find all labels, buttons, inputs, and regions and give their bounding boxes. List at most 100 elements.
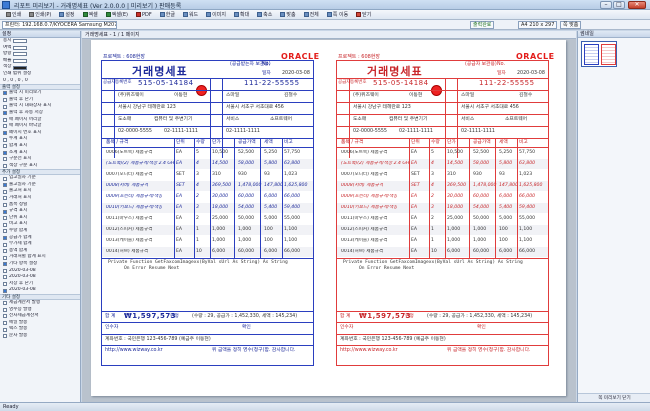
checkbox[interactable]	[3, 209, 7, 214]
checkbox[interactable]	[3, 124, 7, 129]
output-option[interactable]: 매 페이지 바닥글	[0, 123, 80, 130]
output-option[interactable]: 소계 표시	[0, 150, 80, 157]
other-option[interactable]: 문자 발송	[0, 333, 80, 340]
checkbox[interactable]	[3, 288, 7, 293]
checkbox[interactable]	[3, 307, 7, 312]
toolbar-button-4[interactable]: 엑셀(E)	[103, 11, 131, 19]
close-button[interactable]: ✕	[628, 1, 646, 9]
toolbar-button-10[interactable]: 축소	[254, 11, 275, 19]
extra-option[interactable]: 거래처 표시	[0, 195, 80, 202]
checkbox[interactable]	[3, 98, 7, 103]
extra-option[interactable]: 저장 후 닫기	[0, 281, 80, 288]
toolbar-button-0[interactable]: 인쇄	[3, 11, 24, 19]
checkbox[interactable]	[3, 222, 7, 227]
extra-option[interactable]: 비고 표시	[0, 221, 80, 228]
extra-option[interactable]: 기타 항목 설정	[0, 261, 80, 268]
extra-option[interactable]: 품목 정렬	[0, 202, 80, 209]
output-option[interactable]: 합계 표시	[0, 143, 80, 150]
toolbar-button-5[interactable]: PDF	[133, 11, 155, 19]
settings-select[interactable]	[13, 52, 28, 57]
checkbox[interactable]	[3, 242, 7, 247]
checkbox[interactable]	[3, 111, 7, 116]
settings-row[interactable]: 배율	[0, 58, 80, 65]
settings-row[interactable]: 0 , 0 , 0 , 0	[0, 78, 80, 85]
toolbar-button-12[interactable]: 전체	[301, 11, 322, 19]
checkbox[interactable]	[3, 327, 7, 332]
page-thumbnail[interactable]	[581, 41, 617, 67]
checkbox[interactable]	[3, 216, 7, 221]
settings-row[interactable]: 인쇄 범위 설정	[0, 71, 80, 78]
checkbox[interactable]	[3, 235, 7, 240]
extra-option[interactable]: 입고일자 기준	[0, 175, 80, 182]
output-option[interactable]: 출력 후 닫기	[0, 97, 80, 104]
toolbar-button-8[interactable]: 이미지	[203, 11, 229, 19]
toolbar-button-14[interactable]: 닫기	[353, 11, 374, 19]
checkbox[interactable]	[3, 334, 7, 339]
checkbox[interactable]	[3, 196, 7, 201]
extra-option[interactable]: 출고처 표시	[0, 188, 80, 195]
extra-option[interactable]: 2020-03-08	[0, 268, 80, 275]
output-option[interactable]: 구분선 표시	[0, 156, 80, 163]
checkbox[interactable]	[3, 301, 7, 306]
extra-option[interactable]: 2020-03-08	[0, 274, 80, 281]
checkbox[interactable]	[3, 275, 7, 280]
checkbox[interactable]	[3, 144, 7, 149]
checkbox[interactable]	[3, 117, 7, 122]
extra-option[interactable]: 부가세 합계	[0, 241, 80, 248]
page-size-select[interactable]: A4 210 x 297	[518, 21, 558, 29]
toolbar-button-3[interactable]: 엑셀	[80, 11, 101, 19]
checkbox[interactable]	[3, 229, 7, 234]
checkbox[interactable]	[3, 163, 7, 168]
checkbox[interactable]	[3, 262, 7, 267]
settings-select[interactable]	[13, 59, 28, 64]
extra-option[interactable]: 총액 합계	[0, 248, 80, 255]
checkbox[interactable]	[3, 268, 7, 273]
extra-option[interactable]: 2020-03-08	[0, 287, 80, 294]
toolbar-button-1[interactable]: 인쇄(P)	[26, 11, 54, 19]
toolbar-button-7[interactable]: 워드	[180, 11, 201, 19]
maximize-button[interactable]: □	[613, 1, 625, 9]
output-option[interactable]: 출력 후 자동 저장	[0, 110, 80, 117]
extra-option[interactable]: 거래처별 합계 표시	[0, 254, 80, 261]
toolbar-button-6[interactable]: 한글	[157, 11, 178, 19]
checkbox[interactable]	[3, 131, 7, 136]
other-option[interactable]: 팩스 발송	[0, 326, 80, 333]
extra-option[interactable]: 단위 표시	[0, 215, 80, 222]
printer-select[interactable]: 프린터: 192.168.0.7/KYOCERA Samsung M2070 S…	[2, 21, 117, 29]
output-option[interactable]: 매 페이지 머리글	[0, 117, 80, 124]
settings-row[interactable]: 용지	[0, 38, 80, 45]
settings-row[interactable]: 방향	[0, 51, 80, 58]
close-preview-button[interactable]: 쪽 미리보기 닫기	[578, 393, 650, 402]
output-option[interactable]: 페이지 번호 표시	[0, 130, 80, 137]
checkbox[interactable]	[3, 176, 7, 181]
checkbox[interactable]	[3, 150, 7, 155]
minimize-button[interactable]: –	[600, 1, 612, 9]
fit-select[interactable]: 쪽 맞춤	[560, 21, 582, 29]
other-option[interactable]: 전자세금계산서	[0, 313, 80, 320]
checkbox[interactable]	[3, 321, 7, 326]
other-option[interactable]: 영수증 발행	[0, 307, 80, 314]
settings-select[interactable]	[13, 39, 28, 44]
output-option[interactable]: 출력 시 미리보기	[0, 90, 80, 97]
checkbox[interactable]	[3, 189, 7, 194]
checkbox[interactable]	[3, 202, 7, 207]
settings-row[interactable]: 여백	[0, 45, 80, 52]
checkbox[interactable]	[3, 255, 7, 260]
checkbox[interactable]	[3, 183, 7, 188]
toolbar-button-11[interactable]: 맞춤	[277, 11, 298, 19]
other-option[interactable]: 세금계산서 발행	[0, 300, 80, 307]
checkbox[interactable]	[3, 249, 7, 254]
extra-option[interactable]: 공급가 합계	[0, 235, 80, 242]
toolbar-button-2[interactable]: 설정	[56, 11, 77, 19]
extra-option[interactable]: 규격 표시	[0, 208, 80, 215]
toolbar-button-9[interactable]: 확대	[231, 11, 252, 19]
checkbox[interactable]	[3, 137, 7, 142]
settings-select[interactable]	[13, 65, 28, 70]
checkbox[interactable]	[3, 104, 7, 109]
output-option[interactable]: 누계 표시	[0, 136, 80, 143]
extra-option[interactable]: 수량 합계	[0, 228, 80, 235]
settings-row[interactable]: 색상	[0, 64, 80, 71]
checkbox[interactable]	[3, 157, 7, 162]
other-option[interactable]: 메일 발송	[0, 320, 80, 327]
output-option[interactable]: 출력 시 대화상자 표시	[0, 103, 80, 110]
